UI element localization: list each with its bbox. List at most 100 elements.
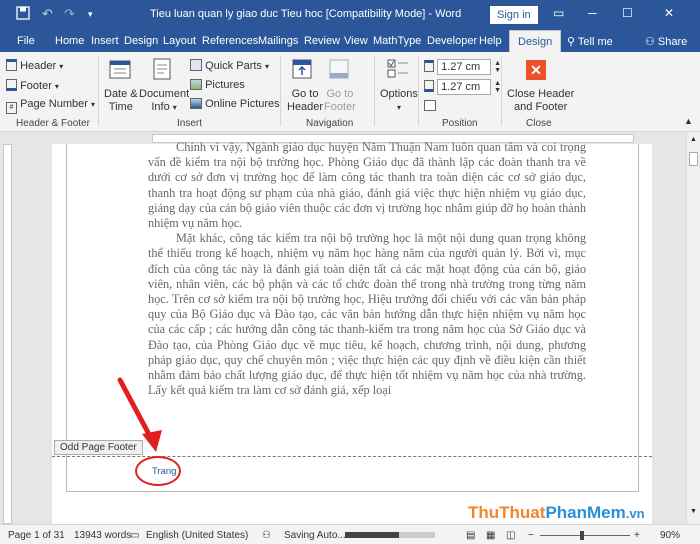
- tab-file[interactable]: File: [17, 35, 35, 47]
- save-icon[interactable]: [16, 6, 30, 23]
- tab-view[interactable]: View: [344, 35, 368, 47]
- tab-header-footer-design[interactable]: Design: [509, 30, 562, 52]
- footer-position-field[interactable]: 1.27 cm ▲ ▼: [424, 79, 501, 95]
- footer-icon: [6, 79, 17, 91]
- ribbon-display-icon[interactable]: ▭: [553, 6, 564, 20]
- vertical-scrollbar[interactable]: ▲ ▼: [686, 132, 700, 524]
- chevron-down-icon: ▾: [264, 62, 269, 71]
- header-dropdown[interactable]: Header ▾: [6, 59, 63, 72]
- scroll-thumb[interactable]: [689, 152, 698, 166]
- zoom-level[interactable]: 90%: [660, 530, 680, 541]
- close-window-button[interactable]: ✕: [664, 6, 674, 20]
- body-paragraph: Mặt khác, công tác kiểm tra nội bộ trườn…: [148, 231, 586, 398]
- tab-mathtype[interactable]: MathType: [373, 35, 421, 47]
- lightbulb-icon: ⚲: [567, 36, 578, 48]
- window-title: Tieu luan quan ly giao duc Tieu hoc [Com…: [150, 8, 462, 20]
- undo-icon[interactable]: ↶: [42, 6, 53, 22]
- online-picture-icon: [190, 98, 202, 109]
- checkbox-list-icon: [387, 59, 408, 78]
- quick-parts-icon: [190, 59, 202, 71]
- chevron-down-icon: ▾: [396, 103, 401, 112]
- ribbon: Header ▾ Footer ▾ # Page Number ▾ Header…: [0, 52, 700, 132]
- document-info-icon: [153, 58, 171, 80]
- align-tab-icon: [424, 100, 436, 111]
- print-layout-icon[interactable]: ▦: [486, 530, 495, 541]
- group-label-insert: Insert: [177, 118, 203, 129]
- header-position-field[interactable]: 1.27 cm ▲ ▼: [424, 59, 501, 75]
- close-icon: ✕: [526, 60, 546, 80]
- picture-icon: [190, 79, 202, 90]
- person-icon: ⚇: [645, 36, 658, 48]
- tab-review[interactable]: Review: [304, 35, 340, 47]
- watermark-logo: ThuThuatPhanMem.vn: [468, 503, 645, 522]
- footer-dropdown[interactable]: Footer ▾: [6, 79, 59, 92]
- calendar-icon: [109, 60, 131, 79]
- tab-layout[interactable]: Layout: [163, 35, 196, 47]
- pictures-button[interactable]: Pictures: [190, 79, 245, 91]
- web-layout-icon[interactable]: ◫: [506, 530, 515, 541]
- online-pictures-button[interactable]: Online Pictures: [190, 98, 280, 110]
- zoom-slider[interactable]: [540, 531, 630, 540]
- ribbon-separator: [374, 56, 375, 126]
- footer-boundary: [52, 456, 652, 457]
- proofing-icon[interactable]: ▭: [130, 530, 139, 541]
- ribbon-separator: [418, 56, 419, 126]
- tab-help[interactable]: Help: [479, 35, 502, 47]
- vertical-ruler[interactable]: [0, 144, 14, 524]
- accessibility-icon[interactable]: ⚇: [262, 530, 271, 541]
- group-label-close: Close: [526, 118, 552, 129]
- tell-me-search[interactable]: ⚲ Tell me: [567, 35, 613, 48]
- customize-qat-icon[interactable]: ▾: [88, 9, 93, 20]
- page-count[interactable]: Page 1 of 31: [8, 530, 65, 541]
- chevron-down-icon: ▾: [172, 103, 177, 112]
- scroll-up-icon[interactable]: ▲: [690, 136, 697, 143]
- go-to-footer-icon: [329, 59, 349, 79]
- read-mode-icon[interactable]: ▤: [466, 530, 475, 541]
- group-label-position: Position: [442, 118, 478, 129]
- title-bar: ↶ ↷ ▾ Tieu luan quan ly giao duc Tieu ho…: [0, 0, 700, 30]
- zoom-out-icon[interactable]: −: [528, 530, 534, 541]
- minimize-button[interactable]: ─: [588, 6, 597, 20]
- margin-guide: [66, 491, 639, 492]
- margin-guide: [638, 144, 639, 492]
- language[interactable]: English (United States): [146, 530, 248, 541]
- chevron-down-icon: ▾: [59, 62, 64, 71]
- header-icon: [6, 59, 17, 71]
- go-to-header-icon: [292, 59, 312, 79]
- saving-status: Saving Auto...: [284, 530, 346, 541]
- saving-progress-bar: [345, 532, 435, 538]
- tab-mailings[interactable]: Mailings: [258, 35, 298, 47]
- chevron-down-icon: ▾: [54, 82, 59, 91]
- highlight-circle: [135, 456, 181, 486]
- word-count[interactable]: 13943 words: [74, 530, 131, 541]
- zoom-in-icon[interactable]: +: [634, 530, 640, 541]
- alignment-tab-button[interactable]: [424, 100, 436, 114]
- zoom-slider-thumb[interactable]: [580, 531, 584, 540]
- page-number-dropdown[interactable]: # Page Number ▾: [6, 98, 95, 114]
- scroll-down-icon[interactable]: ▼: [690, 508, 697, 515]
- tab-references[interactable]: References: [202, 35, 258, 47]
- sign-in-button[interactable]: Sign in: [490, 6, 538, 24]
- annotation-arrow-icon: [117, 377, 162, 452]
- quick-parts-dropdown[interactable]: Quick Parts ▾: [190, 59, 269, 72]
- tab-home[interactable]: Home: [55, 35, 84, 47]
- ribbon-tabs: File Home Insert Design Layout Reference…: [0, 30, 700, 52]
- group-label-navigation: Navigation: [306, 118, 354, 129]
- body-paragraph: Chính vì vậy, Ngành giáo dục huyện Năm T…: [148, 140, 586, 231]
- ribbon-separator: [280, 56, 281, 126]
- ribbon-separator: [501, 56, 502, 126]
- collapse-ribbon-icon[interactable]: ▲: [684, 116, 693, 126]
- redo-icon[interactable]: ↷: [64, 6, 75, 22]
- document-body[interactable]: Chính vì vậy, Ngành giáo dục huyện Năm T…: [148, 140, 586, 398]
- page-number-icon: #: [6, 102, 17, 114]
- tab-design[interactable]: Design: [124, 35, 158, 47]
- footer-position-icon: [424, 79, 434, 92]
- header-position-icon: [424, 59, 434, 72]
- restore-button[interactable]: ☐: [622, 6, 633, 20]
- ribbon-separator: [98, 56, 99, 126]
- tab-developer[interactable]: Developer: [427, 35, 477, 47]
- group-label-header-footer: Header & Footer: [16, 118, 90, 129]
- chevron-down-icon: ▾: [91, 100, 96, 109]
- tab-insert[interactable]: Insert: [91, 35, 119, 47]
- share-button[interactable]: ⚇ Share: [645, 35, 687, 48]
